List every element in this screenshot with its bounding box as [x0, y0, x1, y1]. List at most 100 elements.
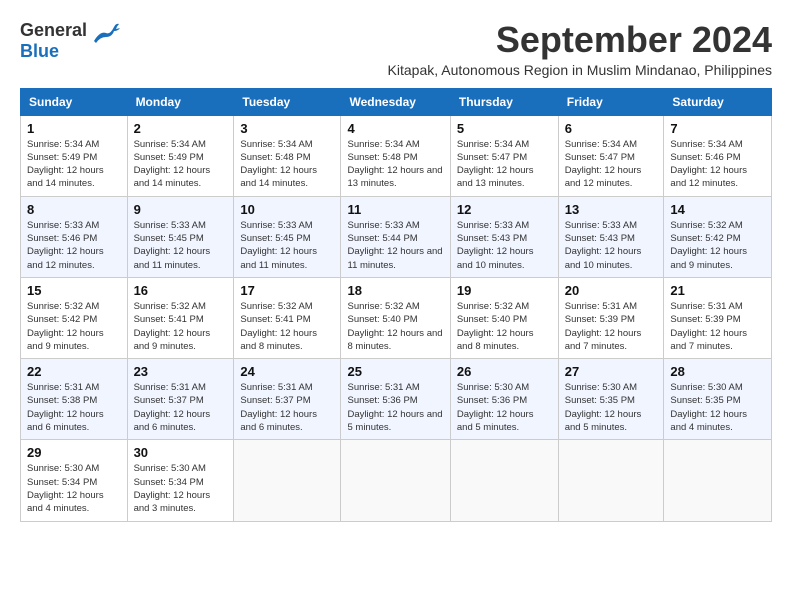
- day-info: Sunrise: 5:34 AMSunset: 5:46 PMDaylight:…: [670, 138, 765, 191]
- table-row: 29 Sunrise: 5:30 AMSunset: 5:34 PMDaylig…: [21, 440, 128, 521]
- day-number: 2: [134, 121, 228, 136]
- day-number: 20: [565, 283, 658, 298]
- day-number: 4: [347, 121, 443, 136]
- calendar-week-row: 1 Sunrise: 5:34 AMSunset: 5:49 PMDayligh…: [21, 115, 772, 196]
- table-row: [450, 440, 558, 521]
- day-number: 27: [565, 364, 658, 379]
- day-number: 28: [670, 364, 765, 379]
- table-row: [558, 440, 664, 521]
- logo-bird-icon: [92, 23, 120, 50]
- day-info: Sunrise: 5:33 AMSunset: 5:44 PMDaylight:…: [347, 219, 443, 272]
- day-number: 5: [457, 121, 552, 136]
- day-info: Sunrise: 5:32 AMSunset: 5:41 PMDaylight:…: [240, 300, 334, 353]
- col-friday: Friday: [558, 88, 664, 115]
- day-info: Sunrise: 5:30 AMSunset: 5:34 PMDaylight:…: [134, 462, 228, 515]
- day-info: Sunrise: 5:31 AMSunset: 5:39 PMDaylight:…: [670, 300, 765, 353]
- day-number: 9: [134, 202, 228, 217]
- table-row: 26 Sunrise: 5:30 AMSunset: 5:36 PMDaylig…: [450, 359, 558, 440]
- day-number: 26: [457, 364, 552, 379]
- table-row: 22 Sunrise: 5:31 AMSunset: 5:38 PMDaylig…: [21, 359, 128, 440]
- table-row: 13 Sunrise: 5:33 AMSunset: 5:43 PMDaylig…: [558, 196, 664, 277]
- day-info: Sunrise: 5:30 AMSunset: 5:34 PMDaylight:…: [27, 462, 121, 515]
- table-row: 30 Sunrise: 5:30 AMSunset: 5:34 PMDaylig…: [127, 440, 234, 521]
- logo-blue: Blue: [20, 41, 59, 61]
- day-number: 24: [240, 364, 334, 379]
- table-row: 7 Sunrise: 5:34 AMSunset: 5:46 PMDayligh…: [664, 115, 772, 196]
- day-number: 17: [240, 283, 334, 298]
- day-info: Sunrise: 5:34 AMSunset: 5:49 PMDaylight:…: [134, 138, 228, 191]
- day-number: 13: [565, 202, 658, 217]
- col-thursday: Thursday: [450, 88, 558, 115]
- day-info: Sunrise: 5:34 AMSunset: 5:49 PMDaylight:…: [27, 138, 121, 191]
- table-row: 6 Sunrise: 5:34 AMSunset: 5:47 PMDayligh…: [558, 115, 664, 196]
- day-number: 14: [670, 202, 765, 217]
- logo: General Blue: [20, 20, 120, 62]
- col-saturday: Saturday: [664, 88, 772, 115]
- table-row: 19 Sunrise: 5:32 AMSunset: 5:40 PMDaylig…: [450, 277, 558, 358]
- table-row: [664, 440, 772, 521]
- day-number: 6: [565, 121, 658, 136]
- day-number: 7: [670, 121, 765, 136]
- calendar-week-row: 15 Sunrise: 5:32 AMSunset: 5:42 PMDaylig…: [21, 277, 772, 358]
- day-number: 3: [240, 121, 334, 136]
- day-number: 10: [240, 202, 334, 217]
- day-info: Sunrise: 5:31 AMSunset: 5:37 PMDaylight:…: [134, 381, 228, 434]
- table-row: 18 Sunrise: 5:32 AMSunset: 5:40 PMDaylig…: [341, 277, 450, 358]
- day-info: Sunrise: 5:34 AMSunset: 5:47 PMDaylight:…: [457, 138, 552, 191]
- table-row: [341, 440, 450, 521]
- day-info: Sunrise: 5:32 AMSunset: 5:40 PMDaylight:…: [347, 300, 443, 353]
- calendar-week-row: 22 Sunrise: 5:31 AMSunset: 5:38 PMDaylig…: [21, 359, 772, 440]
- page-container: General Blue September 2024 Kitapak, Aut…: [20, 20, 772, 522]
- day-number: 18: [347, 283, 443, 298]
- day-info: Sunrise: 5:31 AMSunset: 5:38 PMDaylight:…: [27, 381, 121, 434]
- day-info: Sunrise: 5:32 AMSunset: 5:40 PMDaylight:…: [457, 300, 552, 353]
- day-info: Sunrise: 5:34 AMSunset: 5:48 PMDaylight:…: [240, 138, 334, 191]
- day-info: Sunrise: 5:31 AMSunset: 5:37 PMDaylight:…: [240, 381, 334, 434]
- col-tuesday: Tuesday: [234, 88, 341, 115]
- day-number: 16: [134, 283, 228, 298]
- table-row: [234, 440, 341, 521]
- day-number: 1: [27, 121, 121, 136]
- day-number: 8: [27, 202, 121, 217]
- table-row: 11 Sunrise: 5:33 AMSunset: 5:44 PMDaylig…: [341, 196, 450, 277]
- day-number: 21: [670, 283, 765, 298]
- table-row: 17 Sunrise: 5:32 AMSunset: 5:41 PMDaylig…: [234, 277, 341, 358]
- day-info: Sunrise: 5:33 AMSunset: 5:46 PMDaylight:…: [27, 219, 121, 272]
- calendar-header-row: Sunday Monday Tuesday Wednesday Thursday…: [21, 88, 772, 115]
- table-row: 20 Sunrise: 5:31 AMSunset: 5:39 PMDaylig…: [558, 277, 664, 358]
- day-number: 15: [27, 283, 121, 298]
- table-row: 8 Sunrise: 5:33 AMSunset: 5:46 PMDayligh…: [21, 196, 128, 277]
- table-row: 21 Sunrise: 5:31 AMSunset: 5:39 PMDaylig…: [664, 277, 772, 358]
- day-info: Sunrise: 5:34 AMSunset: 5:47 PMDaylight:…: [565, 138, 658, 191]
- location-title: Kitapak, Autonomous Region in Muslim Min…: [120, 62, 772, 78]
- day-number: 12: [457, 202, 552, 217]
- table-row: 15 Sunrise: 5:32 AMSunset: 5:42 PMDaylig…: [21, 277, 128, 358]
- day-info: Sunrise: 5:33 AMSunset: 5:43 PMDaylight:…: [565, 219, 658, 272]
- day-number: 25: [347, 364, 443, 379]
- day-number: 22: [27, 364, 121, 379]
- col-wednesday: Wednesday: [341, 88, 450, 115]
- table-row: 2 Sunrise: 5:34 AMSunset: 5:49 PMDayligh…: [127, 115, 234, 196]
- day-info: Sunrise: 5:30 AMSunset: 5:35 PMDaylight:…: [670, 381, 765, 434]
- table-row: 25 Sunrise: 5:31 AMSunset: 5:36 PMDaylig…: [341, 359, 450, 440]
- month-title: September 2024: [120, 20, 772, 60]
- day-info: Sunrise: 5:32 AMSunset: 5:42 PMDaylight:…: [27, 300, 121, 353]
- day-info: Sunrise: 5:33 AMSunset: 5:43 PMDaylight:…: [457, 219, 552, 272]
- table-row: 23 Sunrise: 5:31 AMSunset: 5:37 PMDaylig…: [127, 359, 234, 440]
- day-info: Sunrise: 5:33 AMSunset: 5:45 PMDaylight:…: [134, 219, 228, 272]
- table-row: 16 Sunrise: 5:32 AMSunset: 5:41 PMDaylig…: [127, 277, 234, 358]
- day-info: Sunrise: 5:31 AMSunset: 5:36 PMDaylight:…: [347, 381, 443, 434]
- col-monday: Monday: [127, 88, 234, 115]
- table-row: 4 Sunrise: 5:34 AMSunset: 5:48 PMDayligh…: [341, 115, 450, 196]
- table-row: 10 Sunrise: 5:33 AMSunset: 5:45 PMDaylig…: [234, 196, 341, 277]
- day-number: 29: [27, 445, 121, 460]
- table-row: 14 Sunrise: 5:32 AMSunset: 5:42 PMDaylig…: [664, 196, 772, 277]
- day-number: 11: [347, 202, 443, 217]
- calendar-week-row: 29 Sunrise: 5:30 AMSunset: 5:34 PMDaylig…: [21, 440, 772, 521]
- col-sunday: Sunday: [21, 88, 128, 115]
- header: General Blue September 2024 Kitapak, Aut…: [20, 20, 772, 78]
- day-info: Sunrise: 5:33 AMSunset: 5:45 PMDaylight:…: [240, 219, 334, 272]
- day-info: Sunrise: 5:34 AMSunset: 5:48 PMDaylight:…: [347, 138, 443, 191]
- table-row: 27 Sunrise: 5:30 AMSunset: 5:35 PMDaylig…: [558, 359, 664, 440]
- day-info: Sunrise: 5:32 AMSunset: 5:41 PMDaylight:…: [134, 300, 228, 353]
